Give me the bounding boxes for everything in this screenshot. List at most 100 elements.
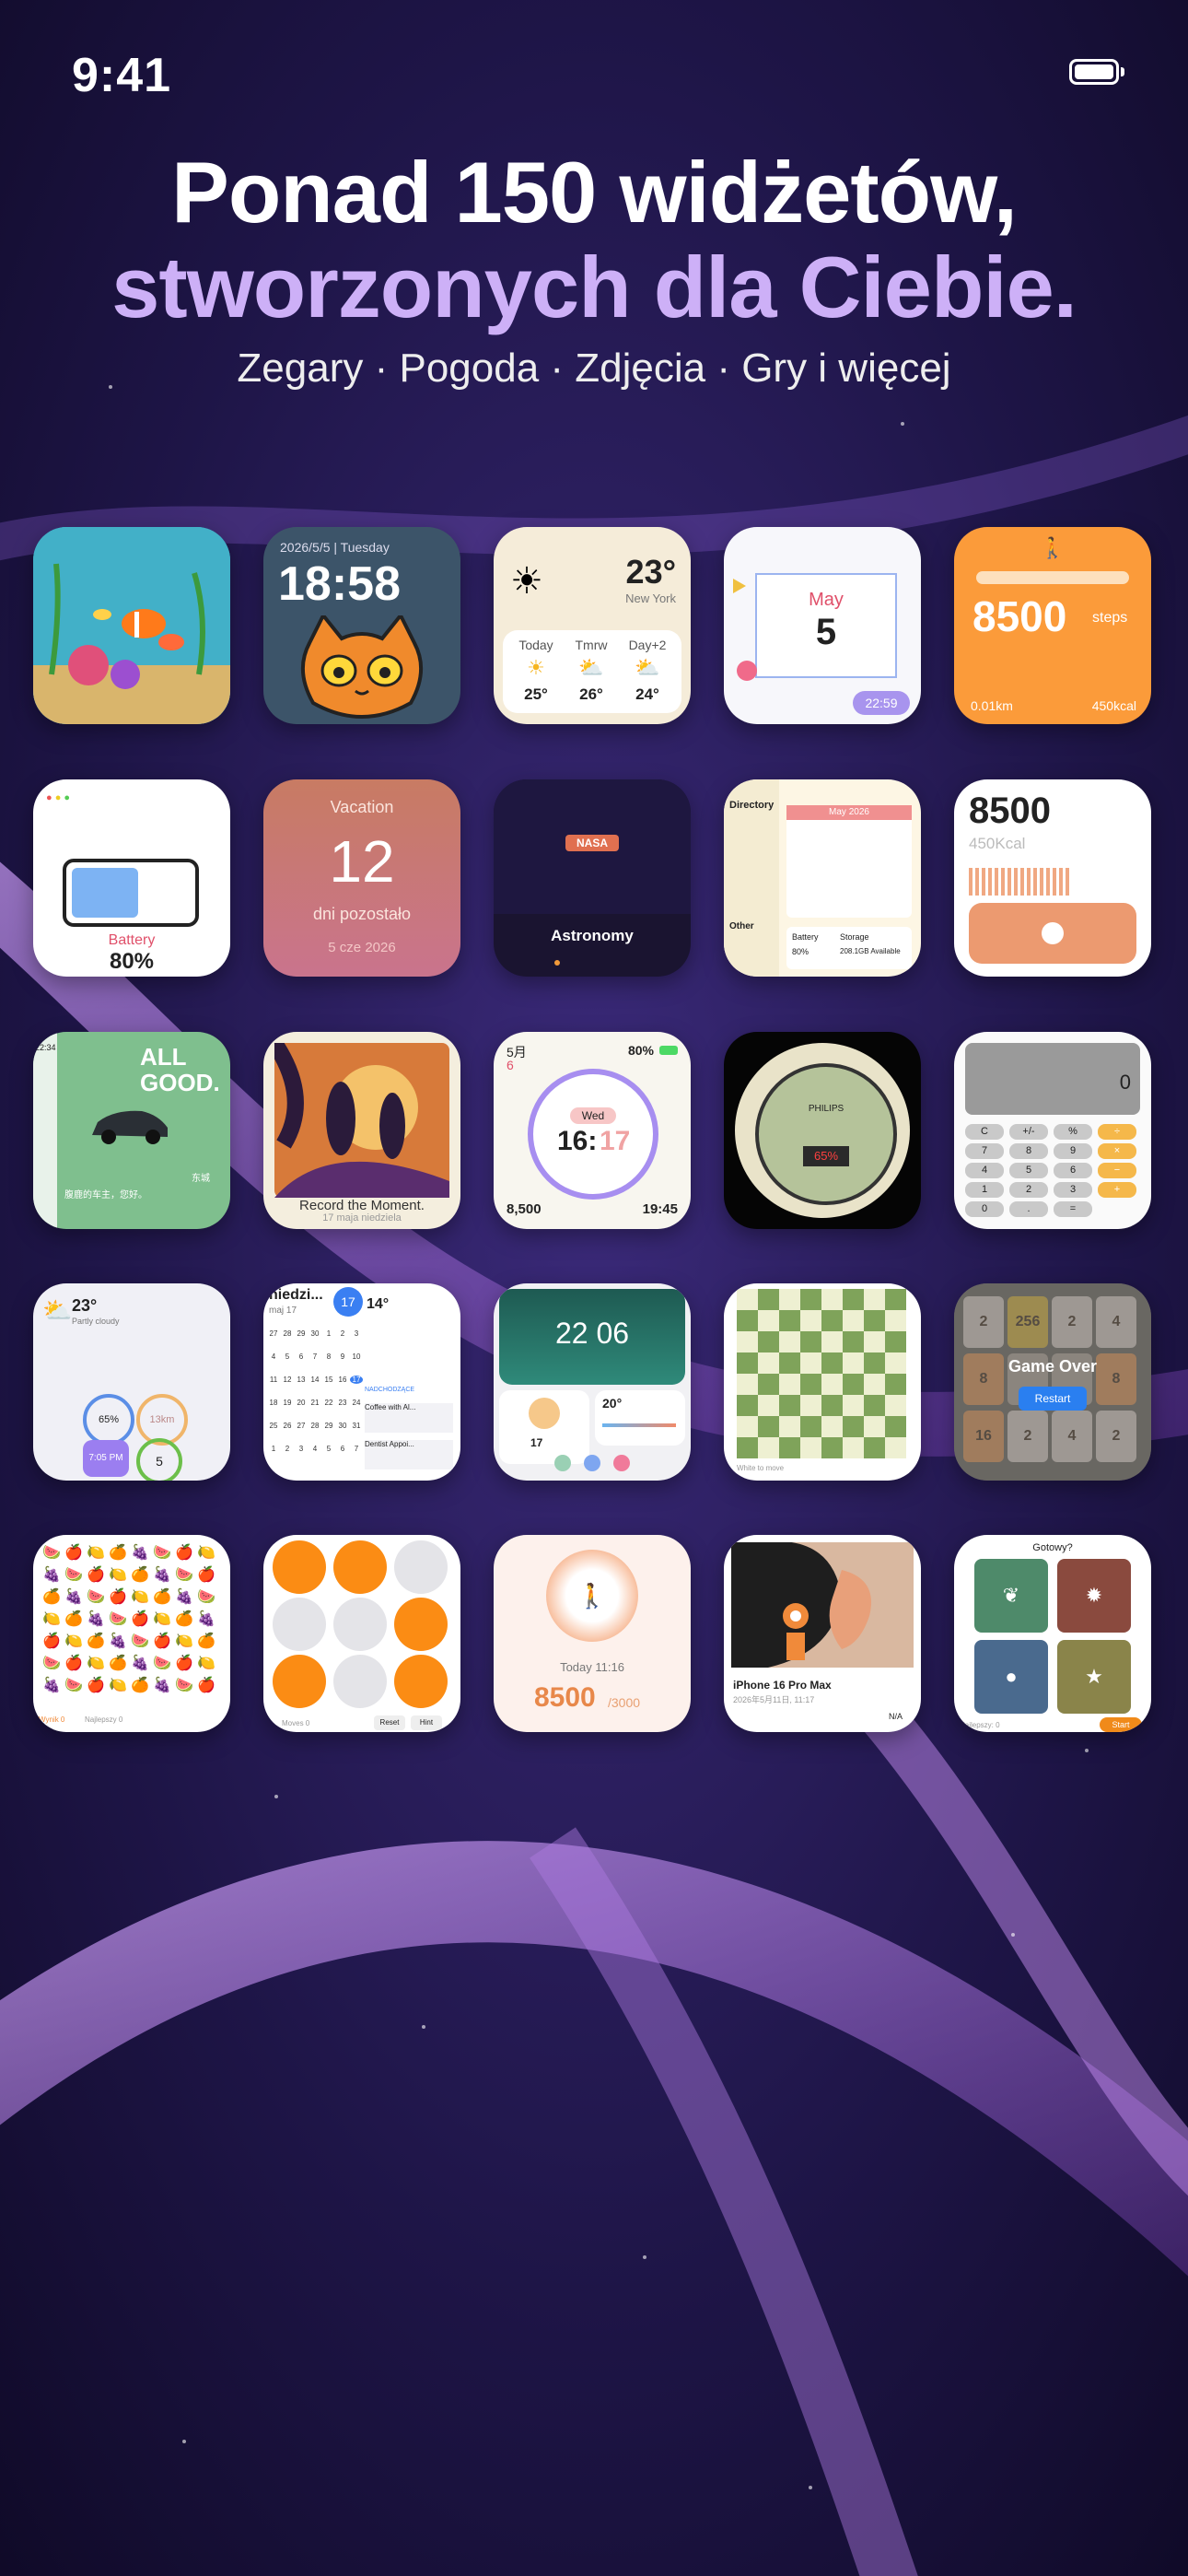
agenda-day-cell[interactable]: 29: [322, 1422, 335, 1430]
fruit-cell-icon[interactable]: 🍊: [151, 1587, 173, 1609]
dots-puzzle-widget[interactable]: Moves 0 Reset Hint: [263, 1535, 460, 1732]
fruit-cell-icon[interactable]: 🍎: [63, 1542, 85, 1564]
chess-square[interactable]: [843, 1374, 864, 1395]
fruit-cell-icon[interactable]: 🍇: [41, 1675, 63, 1697]
agenda-day-cell[interactable]: 30: [336, 1422, 349, 1430]
chess-square[interactable]: [864, 1310, 885, 1331]
calculator-key[interactable]: 0: [965, 1201, 1004, 1217]
calendar-card-widget[interactable]: May 5 22:59: [724, 527, 921, 724]
agenda-day-cell[interactable]: 13: [295, 1376, 308, 1384]
fruit-cell-icon[interactable]: 🍋: [85, 1653, 107, 1675]
dot-cell[interactable]: [394, 1598, 448, 1651]
cat-clock-widget[interactable]: 2026/5/5 | Tuesday 18:58: [263, 527, 460, 724]
agenda-day-cell[interactable]: 4: [267, 1352, 280, 1361]
restart-button[interactable]: Restart: [1019, 1387, 1087, 1411]
fruit-cell-icon[interactable]: 🍉: [195, 1587, 217, 1609]
calculator-key[interactable]: 1: [965, 1182, 1004, 1198]
fruit-cell-icon[interactable]: 🍎: [173, 1653, 195, 1675]
nasa-astronomy-widget[interactable]: NASA Astronomy: [494, 779, 691, 977]
calculator-key[interactable]: 8: [1009, 1143, 1048, 1159]
fruit-cell-icon[interactable]: 🍇: [173, 1587, 195, 1609]
fruit-cell-icon[interactable]: 🍎: [85, 1564, 107, 1587]
chess-square[interactable]: [864, 1395, 885, 1416]
fruit-cell-icon[interactable]: 🍇: [85, 1609, 107, 1631]
weather-widget[interactable]: ☀ 23° New York Today Tmrw Day+2 ☀ ⛅ ⛅ 25…: [494, 527, 691, 724]
fruit-cell-icon[interactable]: 🍇: [129, 1653, 151, 1675]
calculator-key[interactable]: +: [1098, 1182, 1136, 1198]
fruit-cell-icon[interactable]: 🍉: [85, 1587, 107, 1609]
shortcut-icon[interactable]: [613, 1455, 630, 1471]
chess-square[interactable]: [821, 1331, 843, 1352]
chess-square[interactable]: [843, 1416, 864, 1437]
agenda-day-cell[interactable]: 2: [336, 1329, 349, 1338]
leaf-card-icon[interactable]: ❦: [974, 1559, 1048, 1633]
shortcut-icon[interactable]: [584, 1455, 600, 1471]
fruit-cell-icon[interactable]: 🍉: [173, 1564, 195, 1587]
agenda-day-cell[interactable]: 1: [267, 1445, 280, 1453]
memory-start-button[interactable]: Start: [1100, 1717, 1142, 1732]
chess-square[interactable]: [885, 1374, 906, 1395]
vacation-countdown-widget[interactable]: Vacation 12 dni pozostało 5 cze 2026: [263, 779, 460, 977]
chess-square[interactable]: [758, 1352, 779, 1374]
fruit-cell-icon[interactable]: 🍊: [107, 1653, 129, 1675]
fruit-cell-icon[interactable]: 🍋: [63, 1631, 85, 1653]
step-ring-widget[interactable]: 🚶 Today 11:16 8500 /3000: [494, 1535, 691, 1732]
dot-cell[interactable]: [333, 1598, 387, 1651]
photo-parrots-widget[interactable]: Record the Moment. 17 maja niedziela: [263, 1032, 460, 1229]
fruit-cell-icon[interactable]: 🍎: [85, 1675, 107, 1697]
chess-square[interactable]: [821, 1395, 843, 1416]
fruit-cell-icon[interactable]: 🍉: [41, 1653, 63, 1675]
fruit-cell-icon[interactable]: 🍊: [41, 1587, 63, 1609]
fruit-cell-icon[interactable]: 🍊: [129, 1564, 151, 1587]
agenda-event[interactable]: Dentist Appoi...: [365, 1440, 453, 1469]
car-widget[interactable]: 22:34 ALL GOOD. 腹鹿的车主，您好。 东城: [33, 1032, 230, 1229]
chess-square[interactable]: [737, 1395, 758, 1416]
agenda-day-cell[interactable]: 1: [322, 1329, 335, 1338]
agenda-day-cell[interactable]: 18: [267, 1399, 280, 1407]
calculator-key[interactable]: 9: [1054, 1143, 1092, 1159]
chess-square[interactable]: [758, 1416, 779, 1437]
calculator-key[interactable]: ×: [1098, 1143, 1136, 1159]
fruit-grid[interactable]: 🍉 🍎 🍋 🍊 🍇 🍉 🍎 🍋 🍇 🍉 🍎 🍋 🍊 🍇 🍉 🍎 🍊 🍇 🍉 🍎 🍋 🍊 🍇 🍉 🍋 🍊 🍇 🍉 🍎 🍋 🍊 🍇 🍎 🍋 🍊 🍇 🍉 🍎 🍋 🍊…: [41, 1542, 223, 1699]
fruit-cell-icon[interactable]: 🍊: [129, 1675, 151, 1697]
agenda-day-cell[interactable]: 6: [295, 1352, 308, 1361]
agenda-day-cell[interactable]: 27: [267, 1329, 280, 1338]
fruit-cell-icon[interactable]: 🍇: [151, 1564, 173, 1587]
agenda-day-cell[interactable]: 31: [350, 1422, 363, 1430]
memory-game-widget[interactable]: Gotowy? ❦ ✹ ● ★ Najlepszy: 0 Start: [954, 1535, 1151, 1732]
fruit-cell-icon[interactable]: 🍇: [63, 1587, 85, 1609]
agenda-day-cell[interactable]: 22: [322, 1399, 335, 1407]
agenda-day-cell[interactable]: 7: [350, 1445, 363, 1453]
flame-card-icon[interactable]: ✹: [1057, 1559, 1131, 1633]
fruit-cell-icon[interactable]: 🍎: [173, 1542, 195, 1564]
chess-square[interactable]: [821, 1416, 843, 1437]
chess-square[interactable]: [843, 1352, 864, 1374]
chess-square[interactable]: [800, 1352, 821, 1374]
agenda-day-cell[interactable]: 16: [336, 1376, 349, 1384]
chess-square[interactable]: [843, 1395, 864, 1416]
chess-square[interactable]: [885, 1352, 906, 1374]
chess-square[interactable]: [800, 1331, 821, 1352]
calculator-key[interactable]: 6: [1054, 1163, 1092, 1178]
agenda-calendar-widget[interactable]: niedzi... maj 17 17 14° 27 28 29 30 1 2 3 4 5 6 7 8…: [263, 1283, 460, 1481]
agenda-day-cell[interactable]: 25: [267, 1422, 280, 1430]
chess-square[interactable]: [758, 1331, 779, 1352]
fruit-cell-icon[interactable]: 🍎: [195, 1564, 217, 1587]
calculator-key[interactable]: C: [965, 1124, 1004, 1140]
agenda-day-cell[interactable]: 29: [295, 1329, 308, 1338]
chess-square[interactable]: [885, 1416, 906, 1437]
chess-square[interactable]: [800, 1289, 821, 1310]
fruit-cell-icon[interactable]: 🍉: [63, 1675, 85, 1697]
chess-square[interactable]: [864, 1437, 885, 1458]
fruit-cell-icon[interactable]: 🍇: [129, 1542, 151, 1564]
dots-reset-button[interactable]: Reset: [374, 1715, 405, 1730]
fruit-cell-icon[interactable]: 🍉: [129, 1631, 151, 1653]
fruit-cell-icon[interactable]: 🍎: [41, 1631, 63, 1653]
fruit-cell-icon[interactable]: 🍇: [41, 1564, 63, 1587]
dot-cell[interactable]: [273, 1655, 326, 1708]
agenda-day-cell[interactable]: 7: [309, 1352, 321, 1361]
fruit-cell-icon[interactable]: 🍋: [195, 1542, 217, 1564]
drop-card-icon[interactable]: ●: [974, 1640, 1048, 1714]
directory-widget[interactable]: Directory Other May 2026 Battery 80% Sto…: [724, 779, 921, 977]
chess-square[interactable]: [737, 1352, 758, 1374]
